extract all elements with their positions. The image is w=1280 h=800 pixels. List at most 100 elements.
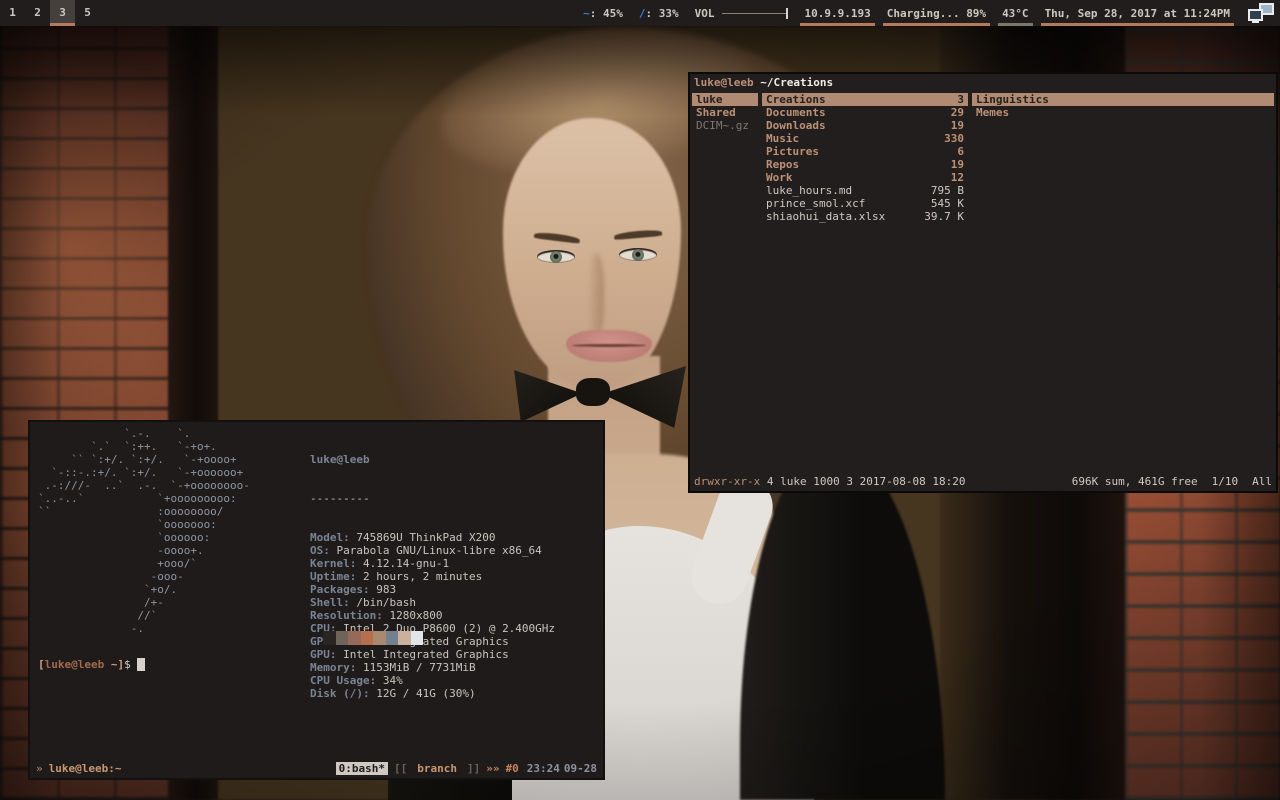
ranger-title-path: ~/Creations: [760, 76, 833, 89]
neofetch-value: /bin/bash: [350, 596, 416, 609]
ranger-entry-name: Creations: [766, 93, 826, 106]
palette-swatch-5: [386, 631, 399, 645]
ranger-position: 1/10: [1212, 475, 1239, 488]
neofetch-lines: Model: 745869U ThinkPad X200OS: Parabola…: [310, 531, 555, 700]
tmux-date: 09-28: [564, 762, 597, 775]
status-bar: 1235 ~: 45% /: 33% VOL 10.9.9.193 Chargi…: [0, 0, 1280, 26]
tmux-arrow-icon: »: [36, 762, 43, 775]
ranger-list-item[interactable]: Downloads 19: [762, 119, 968, 132]
monitor-icon[interactable]: [1248, 3, 1274, 23]
ranger-list-item[interactable]: Music 330: [762, 132, 968, 145]
neofetch-ascii-logo: `.-. `. `.` `:++. `-+o+. `` `:+/. `:+/. …: [38, 427, 250, 635]
workspace-tag-1[interactable]: 1: [0, 0, 25, 26]
prompt-dollar: $: [124, 658, 131, 671]
neofetch-value: 1280x800: [383, 609, 443, 622]
ranger-entry-name: shiaohui_data.xlsx: [766, 210, 885, 223]
ranger-entry-info: 3: [957, 93, 964, 106]
neofetch-value: 1153MiB / 7731MiB: [356, 661, 475, 674]
volume-indicator: VOL: [687, 0, 797, 26]
tmux-git-open: [[: [394, 762, 407, 775]
home-disk-usage: ~: 45%: [575, 0, 631, 26]
ranger-title-bar: luke@leeb ~/Creations: [694, 76, 833, 89]
ranger-list-item[interactable]: Creations 3: [762, 93, 968, 106]
ranger-entry-name: Repos: [766, 158, 799, 171]
prompt-user-host: luke@leeb: [45, 658, 105, 671]
neofetch-value: 745869U ThinkPad X200: [350, 531, 496, 544]
ranger-entry-name: Work: [766, 171, 793, 184]
ranger-permissions: drwxr-xr-x: [694, 475, 760, 488]
tmux-chevrons-icon: »»: [486, 762, 499, 775]
shell-prompt[interactable]: [luke@leeb ~]$: [38, 658, 145, 671]
clock-datetime: Thu, Sep 28, 2017 at 11:24PM: [1037, 0, 1238, 26]
neofetch-info-line: OS: Parabola GNU/Linux-libre x86_64: [310, 544, 555, 557]
ranger-entry-name: DCIM~.gz: [696, 119, 749, 132]
ranger-columns: lukeSharedDCIM~.gz Creations 3 Documents 29…: [692, 93, 1274, 223]
palette-swatch-0: [323, 631, 336, 645]
palette-swatch-2: [348, 631, 361, 645]
ranger-preview-column: LinguisticsMemes: [972, 93, 1274, 223]
neofetch-title-underline: ---------: [310, 492, 555, 505]
neofetch-info-line: Shell: /bin/bash: [310, 596, 555, 609]
neofetch-label: Resolution:: [310, 609, 383, 622]
ranger-list-item[interactable]: DCIM~.gz: [692, 119, 758, 132]
neofetch-value: 2 hours, 2 minutes: [356, 570, 482, 583]
neofetch-info-line: Memory: 1153MiB / 7731MiB: [310, 661, 555, 674]
ranger-status-bar: drwxr-xr-x 4 luke 1000 3 2017-08-08 18:2…: [694, 475, 1272, 489]
ranger-list-item[interactable]: Pictures6: [762, 145, 968, 158]
ranger-list-item[interactable]: luke_hours.md795 B: [762, 184, 968, 197]
neofetch-info-line: Resolution: 1280x800: [310, 609, 555, 622]
ranger-entry-name: luke_hours.md: [766, 184, 852, 197]
neofetch-label: CPU Usage:: [310, 674, 376, 687]
neofetch-label: Packages:: [310, 583, 370, 596]
volume-slider[interactable]: [722, 13, 788, 14]
neofetch-info-line: Packages: 983: [310, 583, 555, 596]
neofetch-label: Memory:: [310, 661, 356, 674]
ranger-list-item[interactable]: prince_smol.xcf545 K: [762, 197, 968, 210]
palette-swatch-4: [373, 631, 386, 645]
ranger-list-item[interactable]: shiaohui_data.xlsx39.7 K: [762, 210, 968, 223]
palette-swatch-6: [398, 631, 411, 645]
ranger-list-item[interactable]: Shared: [692, 106, 758, 119]
neofetch-value: 12G / 41G (30%): [370, 687, 476, 700]
tmux-time: 23:24: [527, 762, 560, 775]
neofetch-value: 983: [370, 583, 397, 596]
workspace-tag-3[interactable]: 3: [50, 0, 75, 26]
ranger-entry-info: 330: [944, 132, 964, 145]
ranger-list-item[interactable]: Work12: [762, 171, 968, 184]
ranger-window: luke@leeb ~/Creations lukeSharedDCIM~.gz…: [688, 72, 1278, 493]
workspace-tag-5[interactable]: 5: [75, 0, 100, 26]
ranger-entry-name: Downloads: [766, 119, 826, 132]
volume-slider-handle[interactable]: [786, 8, 788, 19]
ranger-entry-name: Linguistics: [976, 93, 1049, 106]
palette-swatch-1: [336, 631, 349, 645]
ranger-entry-name: Documents: [766, 106, 826, 119]
ranger-entry-name: Memes: [976, 106, 1009, 119]
workspace-tag-2[interactable]: 2: [25, 0, 50, 26]
root-disk-usage: /: 33%: [631, 0, 687, 26]
ranger-entry-name: prince_smol.xcf: [766, 197, 865, 210]
ranger-list-item[interactable]: Memes: [972, 106, 1274, 119]
neofetch-value: Parabola GNU/Linux-libre x86_64: [330, 544, 542, 557]
ranger-list-item[interactable]: Linguistics: [972, 93, 1274, 106]
ranger-file-detail: 4 luke 1000 3 2017-08-08 18:20: [760, 475, 965, 488]
workspace-tags: 1235: [0, 0, 100, 26]
ranger-list-item[interactable]: Repos19: [762, 158, 968, 171]
volume-label: VOL: [695, 7, 715, 20]
ranger-entry-name: Music: [766, 132, 799, 145]
ranger-list-item[interactable]: luke: [692, 93, 758, 106]
palette-swatch-3: [361, 631, 374, 645]
neofetch-value: Intel Integrated Graphics: [337, 648, 509, 661]
ranger-entry-info: 29: [951, 106, 964, 119]
tmux-status-bar: » luke@leeb:~ 0:bash* [[ branch ]] »» #0…: [32, 760, 601, 776]
ranger-list-item[interactable]: Documents 29: [762, 106, 968, 119]
root-usage-value: : 33%: [645, 7, 678, 20]
tmux-window-tab[interactable]: 0:bash*: [336, 762, 388, 775]
ranger-parent-column: lukeSharedDCIM~.gz: [692, 93, 758, 223]
tmux-pane-index: #0: [506, 762, 519, 775]
neofetch-info-line: Disk (/): 12G / 41G (30%): [310, 687, 555, 700]
neofetch-label: Shell:: [310, 596, 350, 609]
ranger-entry-info: 19: [951, 119, 964, 132]
ranger-filter: All: [1252, 475, 1272, 488]
terminal-cursor: [137, 658, 145, 671]
palette-swatch-7: [411, 631, 424, 645]
